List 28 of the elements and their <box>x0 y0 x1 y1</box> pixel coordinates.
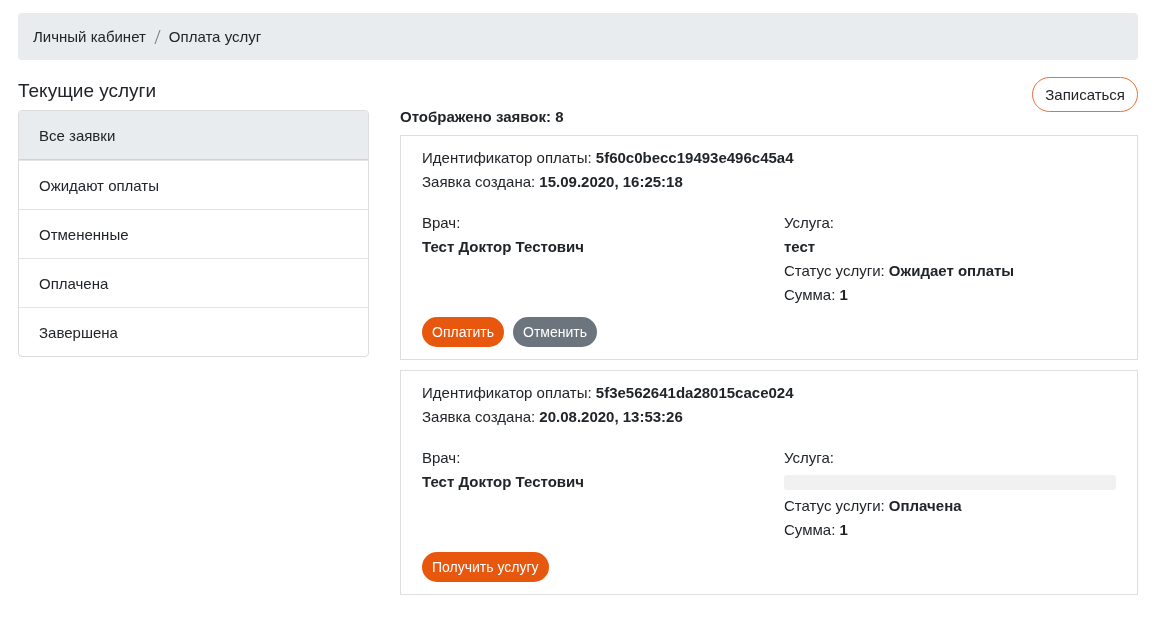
filter-item[interactable]: Ожидают оплаты <box>19 160 368 209</box>
payment-id: Идентификатор оплаты: 5f60c0becc19493e496c45a4 <box>422 148 795 168</box>
breadcrumb-item: Оплата услуг <box>168 28 262 45</box>
order-sum: Сумма: 1 <box>784 520 849 540</box>
breadcrumb-item[interactable]: Личный кабинет <box>33 28 146 45</box>
action-button[interactable]: Оплатить <box>422 317 505 347</box>
signup-button[interactable]: Записаться <box>1032 77 1138 112</box>
filter-item[interactable]: Отмененные <box>19 209 368 258</box>
order-sum: Сумма: 1 <box>784 285 849 305</box>
service-label: Услуга: <box>784 448 835 468</box>
filter-item[interactable]: Завершена <box>19 307 368 356</box>
filter-item[interactable]: Все заявки <box>19 111 368 160</box>
created-date: Заявка создана: 20.08.2020, 13:53:26 <box>422 407 684 427</box>
cancel-button[interactable]: Отменить <box>513 317 598 347</box>
doctor-name: Тест Доктор Тестович <box>422 472 585 492</box>
service-name: тест <box>784 237 817 257</box>
doctor-label: Врач: <box>422 213 462 233</box>
service-label: Услуга: <box>784 213 835 233</box>
page-heading: Текущие услуги <box>18 79 157 102</box>
service-status: Статус услуги: Оплачена <box>784 496 963 516</box>
action-button[interactable]: Получить услугу <box>422 552 549 582</box>
doctor-label: Врач: <box>422 448 462 468</box>
doctor-name: Тест Доктор Тестович <box>422 237 585 257</box>
order-count: Отображено заявок: 8 <box>400 107 565 127</box>
created-date: Заявка создана: 15.09.2020, 16:25:18 <box>422 172 684 192</box>
filter-item[interactable]: Оплачена <box>19 258 368 307</box>
service-status: Статус услуги: Ожидает оплаты <box>784 261 1016 281</box>
payment-id: Идентификатор оплаты: 5f3e562641da28015cace024 <box>422 383 795 403</box>
